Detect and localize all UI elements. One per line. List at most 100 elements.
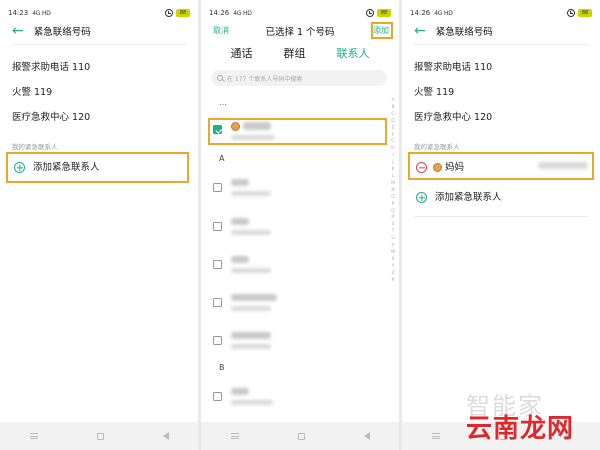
contact-name-blurred [231,332,271,339]
index-letter[interactable]: W [391,250,395,257]
contact-checkbox[interactable] [213,183,222,192]
section-label: 我的紧急联系人 [12,143,58,151]
screen-emergency-numbers: 14:23 4G HD 88 ← 紧急联络号码 报警求助电话 110 火警 11… [0,0,198,450]
section-label: 我的紧急联系人 [414,143,460,151]
index-letter[interactable]: N [391,188,394,195]
index-letter[interactable]: V [391,243,394,250]
index-letter[interactable]: D [391,119,394,126]
menu-icon[interactable] [29,433,38,439]
emergency-item-medical[interactable]: 医疗急救中心 120 [12,109,90,123]
index-letter[interactable]: X [391,257,394,264]
index-letter[interactable]: B [391,105,394,112]
contact-number-blurred [231,344,271,349]
contact-checkbox[interactable] [213,298,222,307]
emergency-item-medical[interactable]: 医疗急救中心 120 [414,109,492,123]
contact-name-blurred [231,218,249,225]
index-letter[interactable]: M [391,181,395,188]
back-arrow-icon[interactable]: ← [414,24,426,38]
status-network: 4G HD [434,9,453,17]
index-letter[interactable]: P [392,202,395,209]
contact-checkbox[interactable] [213,222,222,231]
contact-number-blurred [231,191,271,196]
highlight-selected-contact [208,118,387,145]
status-network: 4G HD [233,9,252,17]
status-bar: 14:23 4G HD 88 [0,0,198,20]
contact-number-blurred [231,268,271,273]
back-arrow-icon[interactable]: ← [12,24,24,38]
index-letter[interactable]: K [392,167,395,174]
highlight-added-contact [408,152,594,180]
index-letter[interactable]: U [391,236,394,243]
emergency-item-police[interactable]: 报警求助电话 110 [12,59,90,73]
brand-logo-text: 云南龙网 [466,414,575,444]
menu-icon[interactable] [431,433,440,439]
status-bar: 14:26 4G HD 88 [201,0,399,20]
contact-number-blurred [231,400,273,405]
contact-number-blurred [231,230,271,235]
tab-bar: 通话 群组 联系人 [201,45,399,61]
contact-checkbox[interactable] [213,392,222,401]
emergency-item-fire[interactable]: 火警 119 [12,84,52,98]
home-icon[interactable] [96,432,104,440]
status-bar: 14:26 4G HD 88 [402,0,600,20]
battery-icon: 88 [176,9,190,17]
contact-checkbox[interactable] [213,260,222,269]
add-circle-icon [416,192,427,203]
group-header-b: B [219,363,225,372]
search-placeholder: 在 177 个联系人号码中搜索 [227,75,303,83]
alarm-icon [366,9,374,17]
index-letter[interactable]: # [391,278,395,285]
index-letter[interactable]: Y [392,264,395,271]
highlight-add [371,22,393,39]
status-time: 14:26 [410,9,431,17]
status-time: 14:23 [8,9,29,17]
nav-bar: ← 紧急联络号码 [0,24,198,38]
contact-name-blurred [231,256,249,263]
highlight-box [6,152,189,183]
nav-bar: ← 紧急联络号码 [402,24,600,38]
group-header-more: … [219,98,228,107]
tab-contacts[interactable]: 联系人 [337,45,370,61]
divider [12,44,186,45]
index-letter[interactable]: A [391,98,394,105]
battery-icon: 88 [377,9,391,17]
index-letter[interactable]: L [392,174,395,181]
search-input[interactable]: 在 177 个联系人号码中搜索 [211,70,387,86]
alarm-icon [165,9,173,17]
index-letter[interactable]: C [391,112,394,119]
search-icon [217,75,223,81]
selection-title: 已选择 1 个号码 [265,27,335,38]
emergency-item-fire[interactable]: 火警 119 [414,84,454,98]
add-contact-label: 添加紧急联系人 [435,192,502,203]
tab-groups[interactable]: 群组 [284,45,306,61]
status-network: 4G HD [32,9,51,17]
contact-name-blurred [231,294,277,301]
divider [414,216,588,217]
index-letter[interactable]: Z [391,271,394,278]
screen-select-contact: 14:26 4G HD 88 取消 已选择 1 个号码 添加 通话 群组 联系人… [201,0,399,450]
index-letter[interactable]: O [391,195,395,202]
menu-icon[interactable] [230,433,239,439]
contact-number-blurred [231,306,271,311]
add-emergency-contact-button[interactable]: 添加紧急联系人 [416,189,502,203]
emergency-item-police[interactable]: 报警求助电话 110 [414,59,492,73]
contact-name-blurred [231,388,249,395]
contact-name-blurred [231,179,249,186]
page-title: 紧急联络号码 [435,27,493,38]
system-nav-bar [0,422,198,450]
group-header-a: A [219,154,225,163]
contact-checkbox[interactable] [213,336,222,345]
divider [414,44,588,45]
alarm-icon [567,9,575,17]
alphabet-index[interactable]: A B C D E F G H I J K L M N O P Q R S T U V W X Y Z # [389,98,397,284]
home-icon[interactable] [297,432,305,440]
system-nav-bar [201,422,399,450]
back-icon[interactable] [162,432,169,440]
tab-calls[interactable]: 通话 [231,45,253,61]
battery-icon: 88 [578,9,592,17]
page-title: 紧急联络号码 [33,27,91,38]
index-letter[interactable]: E [392,126,395,133]
screen-emergency-numbers-added: 14:26 4G HD 88 ← 紧急联络号码 报警求助电话 110 火警 11… [402,0,600,450]
back-icon[interactable] [363,432,370,440]
status-time: 14:26 [209,9,230,17]
